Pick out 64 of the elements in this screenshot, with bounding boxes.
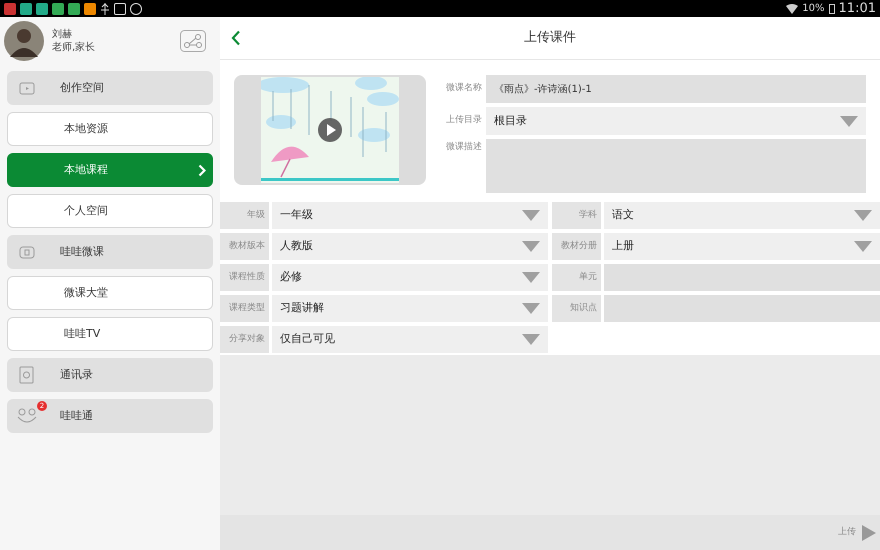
field-label: 教材分册 bbox=[552, 233, 601, 260]
avatar bbox=[4, 21, 44, 61]
contacts-icon bbox=[19, 366, 35, 384]
dropdown-select[interactable]: 语文 bbox=[604, 202, 880, 229]
notification-icon bbox=[4, 2, 16, 14]
notification-icon bbox=[36, 2, 48, 14]
notification-icon bbox=[84, 2, 96, 14]
dropdown-select[interactable]: 必修 bbox=[272, 264, 548, 291]
sidebar-item[interactable]: 哇哇TV bbox=[7, 317, 213, 351]
wifi-icon bbox=[786, 4, 798, 14]
field-label: 知识点 bbox=[552, 295, 601, 322]
notification-icon bbox=[68, 2, 80, 14]
dropdown-select[interactable]: 习题讲解 bbox=[272, 295, 548, 322]
clock-time: 11:01 bbox=[838, 0, 876, 18]
field-label: 教材版本 bbox=[220, 233, 269, 260]
dropdown-arrow-icon bbox=[522, 303, 540, 314]
user-roles: 老师,家长 bbox=[52, 41, 96, 54]
sidebar-item[interactable]: 本地资源 bbox=[7, 112, 213, 146]
directory-select[interactable]: 根目录 bbox=[486, 107, 866, 135]
dropdown-arrow-icon bbox=[854, 210, 872, 221]
dropdown-arrow-icon bbox=[840, 116, 858, 126]
battery-icon bbox=[828, 4, 835, 14]
field-label: 学科 bbox=[552, 202, 601, 229]
field-label: 微课名称 bbox=[445, 82, 482, 96]
course-name-field[interactable]: 《雨点》-许诗涵(1)-1 bbox=[486, 75, 866, 103]
back-icon bbox=[231, 30, 241, 46]
text-field[interactable] bbox=[604, 295, 880, 322]
film-icon bbox=[19, 246, 35, 258]
battery-percent: 10% bbox=[802, 2, 825, 16]
share-icon[interactable] bbox=[180, 30, 206, 52]
page-title: 上传课件 bbox=[524, 29, 576, 48]
dropdown-arrow-icon bbox=[522, 241, 540, 252]
sidebar-item[interactable]: 通讯录 bbox=[7, 358, 213, 392]
chevron-right-icon bbox=[198, 164, 206, 176]
sidebar-item[interactable]: 本地课程 bbox=[7, 153, 213, 187]
sidebar-item[interactable]: 哇哇微课 bbox=[7, 235, 213, 269]
video-thumbnail[interactable] bbox=[234, 75, 426, 185]
sidebar-item[interactable]: 微课大堂 bbox=[7, 276, 213, 310]
sidebar-item[interactable]: 个人空间 bbox=[7, 194, 213, 228]
dropdown-select[interactable]: 一年级 bbox=[272, 202, 548, 229]
dropdown-arrow-icon bbox=[522, 334, 540, 345]
field-label: 上传目录 bbox=[445, 114, 482, 128]
notification-icon bbox=[52, 2, 64, 14]
usb-icon bbox=[100, 2, 110, 14]
dropdown-arrow-icon bbox=[522, 210, 540, 221]
field-label: 课程性质 bbox=[220, 264, 269, 291]
video-icon bbox=[19, 82, 35, 94]
dropdown-arrow-icon bbox=[522, 272, 540, 283]
description-field[interactable] bbox=[486, 139, 866, 193]
dropdown-select[interactable]: 人教版 bbox=[272, 233, 548, 260]
user-name: 刘赫 bbox=[52, 28, 73, 41]
dropdown-select[interactable]: 上册 bbox=[604, 233, 880, 260]
dropdown-arrow-icon bbox=[854, 241, 872, 252]
play-icon[interactable] bbox=[318, 118, 342, 142]
text-field[interactable] bbox=[604, 264, 880, 291]
field-label: 分享对象 bbox=[220, 326, 269, 353]
play-arrow-icon bbox=[862, 524, 876, 540]
field-label: 课程类型 bbox=[220, 295, 269, 322]
field-label: 年级 bbox=[220, 202, 269, 229]
field-label: 微课描述 bbox=[445, 140, 482, 154]
notification-icon bbox=[20, 2, 32, 14]
field-label: 单元 bbox=[552, 264, 601, 291]
dropdown-select[interactable]: 仅自己可见 bbox=[272, 326, 548, 353]
sidebar-item[interactable]: 创作空间 bbox=[7, 71, 213, 105]
